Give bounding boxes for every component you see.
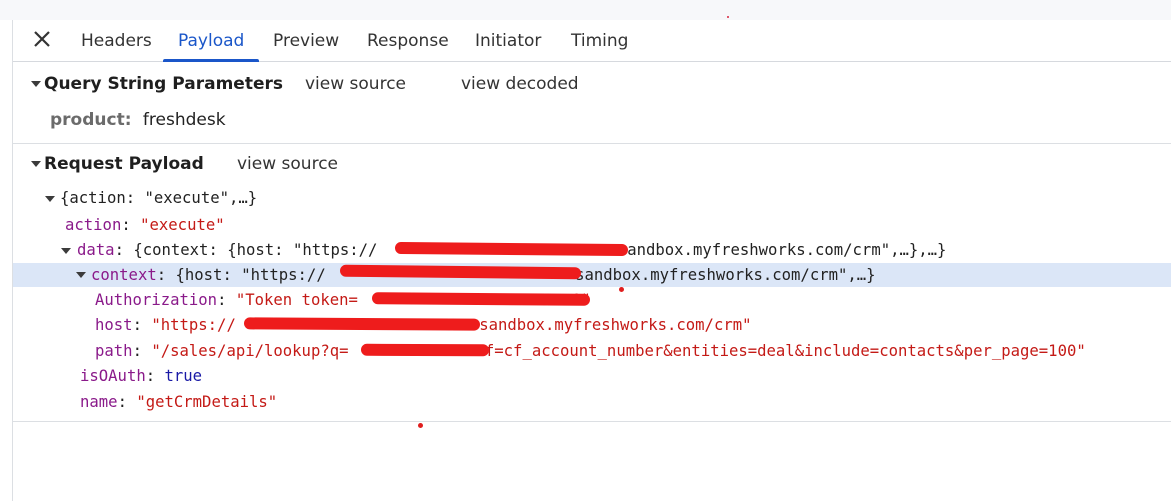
name-row: name: "getCrmDetails": [80, 393, 278, 411]
authorization-key: Authorization: [95, 291, 218, 309]
tab-bar: Headers Payload Preview Response Initiat…: [13, 20, 1171, 62]
query-param-key: product:: [50, 110, 132, 130]
tab-initiator[interactable]: Initiator: [475, 20, 541, 61]
path-row: path: "/sales/api/lookup?q= &f=cf_account…: [95, 342, 1086, 360]
tab-payload[interactable]: Payload: [162, 20, 260, 62]
name-key: name: [80, 393, 118, 411]
triangle-down-icon[interactable]: [61, 248, 71, 254]
triangle-down-icon[interactable]: [31, 81, 41, 87]
tab-timing[interactable]: Timing: [571, 20, 628, 61]
context-summary-start: {host: "https://: [175, 266, 326, 284]
annotation-dot: [619, 287, 624, 292]
triangle-down-icon[interactable]: [45, 196, 55, 202]
isoauth-value: true: [164, 367, 203, 385]
annotation-dot: [727, 16, 729, 18]
query-view-source-link[interactable]: view source: [305, 72, 406, 96]
data-summary-start: {context: {host: "https://: [133, 241, 378, 259]
section-divider: [13, 143, 1171, 144]
query-param-row: product: freshdesk: [50, 108, 226, 132]
host-value-end: -sandbox.myfreshworks.com/crm": [469, 316, 752, 334]
path-key: path: [95, 342, 133, 360]
action-value: "execute": [140, 216, 225, 234]
payload-root-row[interactable]: {action: "execute",…}: [60, 186, 257, 210]
request-payload-header[interactable]: Request Payload: [44, 152, 204, 176]
section-divider: [13, 421, 1171, 422]
action-row: action: "execute": [65, 216, 225, 234]
name-value: "getCrmDetails": [136, 393, 278, 411]
top-strip: [0, 0, 1171, 20]
host-value-start: "https://: [151, 316, 236, 334]
query-param-value: freshdesk: [142, 110, 226, 130]
data-key: data: [77, 241, 115, 259]
isoauth-row: isOAuth: true: [80, 367, 203, 385]
context-key: context: [91, 266, 157, 284]
annotation-dot: [418, 423, 423, 428]
redaction-mark: [339, 264, 582, 280]
query-view-decoded-link[interactable]: view decoded: [461, 72, 579, 96]
root-summary: {action: "execute",…}: [60, 189, 258, 207]
isoauth-key: isOAuth: [80, 367, 146, 385]
authorization-value-start: "Token token=: [235, 291, 358, 309]
redaction-mark: [394, 241, 629, 257]
redaction-mark: [371, 292, 591, 306]
query-string-parameters-header[interactable]: Query String Parameters: [44, 72, 283, 96]
tab-headers[interactable]: Headers: [81, 20, 152, 61]
path-value-end: &f=cf_account_number&entities=deal&inclu…: [475, 342, 1086, 360]
payload-view-source-link[interactable]: view source: [237, 152, 338, 176]
panel-left-border: [12, 20, 13, 501]
host-key: host: [95, 316, 133, 334]
close-icon[interactable]: [33, 28, 51, 50]
path-value-start: "/sales/api/lookup?q=: [151, 342, 349, 360]
context-summary-end: -sandbox.myfreshworks.com/crm",…}: [565, 266, 876, 284]
data-summary-end: -sandbox.myfreshworks.com/crm",…},…}: [608, 241, 947, 259]
tab-preview[interactable]: Preview: [273, 20, 339, 61]
action-key: action: [65, 216, 122, 234]
triangle-down-icon[interactable]: [76, 272, 86, 278]
redaction-mark: [360, 343, 490, 357]
redaction-mark: [243, 317, 481, 331]
triangle-down-icon[interactable]: [31, 161, 41, 167]
tab-response[interactable]: Response: [367, 20, 449, 61]
